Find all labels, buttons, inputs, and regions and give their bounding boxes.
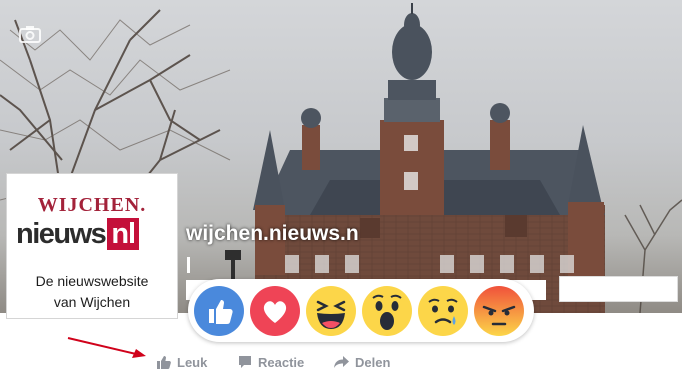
- surprised-face-icon: [362, 286, 412, 336]
- laughing-face-icon: [306, 286, 356, 336]
- share-button[interactable]: Delen: [334, 353, 390, 371]
- profile-tagline: De nieuwswebsite van Wijchen: [7, 271, 177, 313]
- thumbs-up-icon: [157, 356, 171, 369]
- like-label: Leuk: [177, 354, 208, 370]
- reaction-sad[interactable]: [417, 285, 469, 337]
- share-arrow-icon: [334, 356, 349, 368]
- logo-nl-badge: nl: [107, 218, 140, 250]
- reaction-angry[interactable]: [473, 285, 525, 337]
- reaction-haha[interactable]: [305, 285, 357, 337]
- thumbs-up-icon: [194, 286, 244, 336]
- tagline-line-2: van Wijchen: [53, 294, 131, 310]
- profile-picture[interactable]: WIJCHEN. nieuws nl De nieuwswebsite van W…: [6, 173, 178, 319]
- reaction-like[interactable]: [193, 285, 245, 337]
- header-button-placeholder[interactable]: [559, 276, 678, 302]
- tagline-line-1: De nieuwswebsite: [35, 273, 149, 289]
- reaction-love[interactable]: [249, 285, 301, 337]
- reaction-wow[interactable]: [361, 285, 413, 337]
- crying-face-icon: [418, 286, 468, 336]
- share-label: Delen: [355, 354, 391, 370]
- logo-nieuws-word: nieuws: [16, 218, 107, 250]
- comment-icon: [239, 356, 251, 368]
- page-title[interactable]: wijchen.nieuws.n: [186, 222, 359, 246]
- red-arrow-annotation: [67, 337, 146, 358]
- camera-icon[interactable]: [19, 25, 41, 43]
- comment-button[interactable]: Reactie: [238, 353, 304, 371]
- logo-nieuws-text: nieuws nl: [16, 218, 140, 250]
- logo-wijchen-text: WIJCHEN.: [37, 194, 147, 216]
- heart-icon: [250, 286, 300, 336]
- angry-face-icon: [474, 286, 524, 336]
- comment-label: Reactie: [258, 354, 305, 370]
- like-button[interactable]: Leuk: [157, 353, 207, 371]
- text-cursor: [187, 257, 190, 273]
